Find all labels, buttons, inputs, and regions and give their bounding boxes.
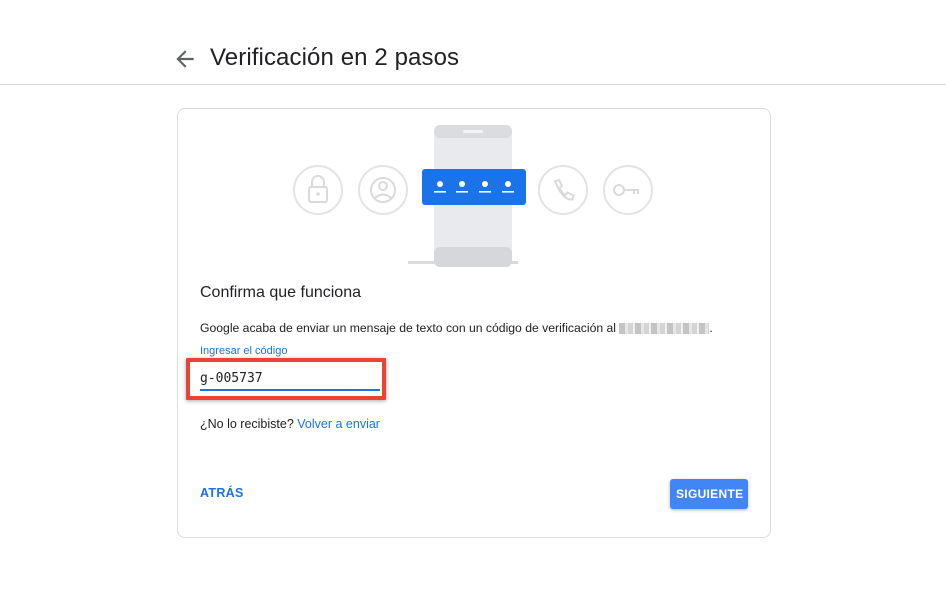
- description-end: .: [709, 321, 713, 335]
- resend-prompt: ¿No lo recibiste?: [200, 417, 294, 431]
- next-button[interactable]: SIGUIENTE: [670, 479, 748, 509]
- sms-sent-description: Google acaba de enviar un mensaje de tex…: [200, 321, 713, 335]
- description-text: Google acaba de enviar un mensaje de tex…: [200, 321, 616, 335]
- lock-icon: [293, 165, 343, 215]
- back-button[interactable]: ATRÁS: [200, 486, 244, 500]
- resend-link[interactable]: Volver a enviar: [297, 417, 380, 431]
- person-icon: [358, 165, 408, 215]
- arrow-left-icon[interactable]: [172, 46, 198, 72]
- page-header: Verificación en 2 pasos: [0, 0, 946, 85]
- key-icon: [603, 165, 653, 215]
- code-input-label: Ingresar el código: [200, 345, 288, 357]
- phone-call-icon: [538, 165, 588, 215]
- verification-code-input[interactable]: [200, 367, 380, 391]
- page-title: Verificación en 2 pasos: [210, 44, 460, 71]
- resend-row: ¿No lo recibiste? Volver a enviar: [200, 417, 380, 431]
- phone-sms-code-icon: [408, 125, 526, 267]
- redacted-phone-number: [619, 323, 710, 334]
- card-heading: Confirma que funciona: [200, 284, 361, 301]
- verification-illustration: [293, 125, 653, 267]
- verification-card: Confirma que funciona Google acaba de en…: [177, 108, 771, 538]
